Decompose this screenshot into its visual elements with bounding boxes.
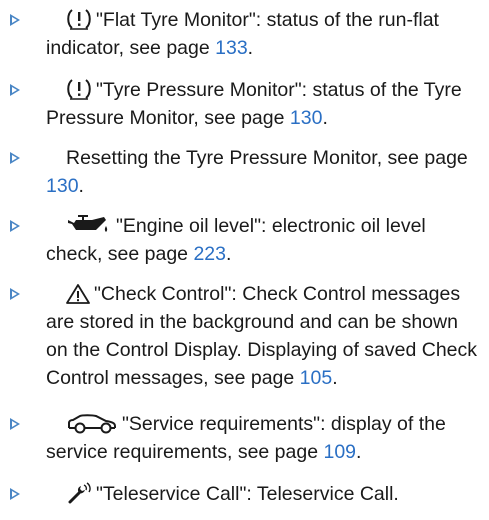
bullet-arrow-icon [10, 488, 20, 500]
item-text: Resetting the Tyre Pressure Monitor, see… [66, 147, 468, 169]
bullet-arrow-icon [10, 152, 20, 164]
list-item-teleservice-call: "Teleservice Call": Teleservice Call. [0, 480, 489, 508]
item-tail: . [356, 441, 362, 463]
item-tail: . [78, 175, 84, 197]
page-link[interactable]: 133 [215, 37, 248, 59]
item-tail: . [332, 367, 338, 389]
page-link[interactable]: 130 [46, 175, 79, 197]
list-item-service-requirements: "Service requirements": display of the s… [0, 410, 489, 466]
tyre-warning-icon [66, 8, 92, 30]
page-link[interactable]: 130 [290, 107, 323, 129]
item-tail: . [247, 37, 254, 59]
page-link[interactable]: 105 [300, 367, 333, 389]
bullet-arrow-icon [10, 84, 20, 96]
item-tail: . [225, 243, 232, 265]
item-text: "Teleservice Call": Teleservice Call. [96, 483, 399, 505]
list-item-engine-oil-level: "Engine oil level": electronic oil level… [0, 212, 489, 268]
warning-triangle-icon [66, 284, 90, 304]
bullet-arrow-icon [10, 418, 20, 430]
oil-can-icon [66, 214, 112, 236]
list-item-tyre-pressure-monitor: "Tyre Pressure Monitor": status of the T… [0, 76, 489, 132]
item-text: "Check Control": Check Control messages … [46, 283, 478, 389]
bullet-arrow-icon [10, 14, 20, 26]
item-text: "Tyre Pressure Monitor": status of the T… [46, 79, 462, 129]
bullet-arrow-icon [10, 220, 20, 232]
wrench-signal-icon [66, 482, 92, 504]
list-item-reset-tyre-pressure: Resetting the Tyre Pressure Monitor, see… [0, 144, 489, 200]
list-item-flat-tyre-monitor: "Flat Tyre Monitor": status of the run-f… [0, 6, 489, 62]
item-tail: . [322, 107, 328, 129]
bullet-arrow-icon [10, 288, 20, 300]
car-service-icon [66, 412, 118, 434]
tyre-warning-icon [66, 78, 92, 100]
page-link[interactable]: 109 [323, 441, 356, 463]
page-link[interactable]: 223 [193, 243, 226, 265]
list-item-check-control: "Check Control": Check Control messages … [0, 280, 489, 392]
